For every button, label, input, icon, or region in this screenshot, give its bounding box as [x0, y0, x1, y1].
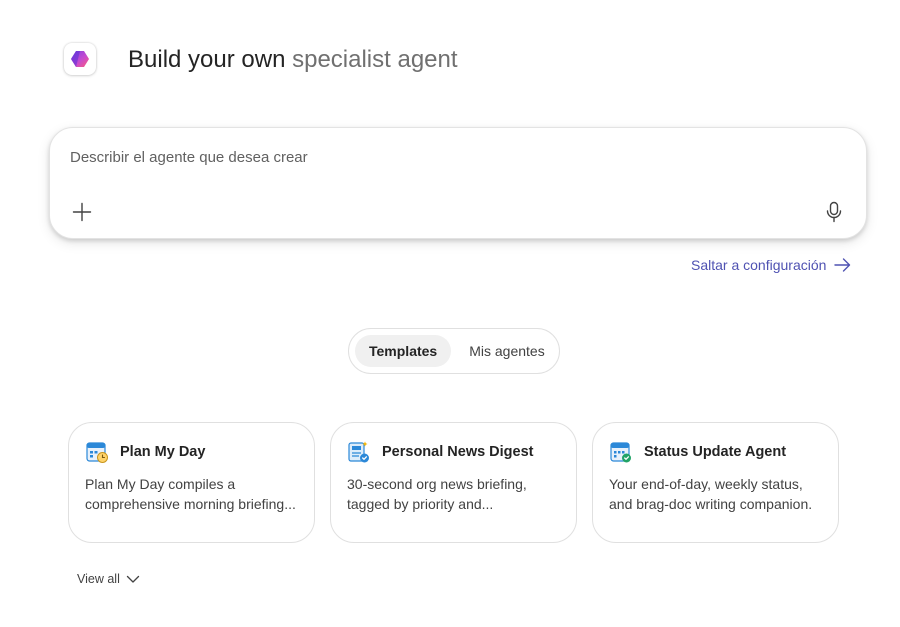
add-attachment-button[interactable] — [70, 200, 94, 224]
skip-to-configuration-link[interactable]: Saltar a configuración — [691, 255, 851, 275]
skip-link-label: Saltar a configuración — [691, 257, 827, 273]
view-all-button[interactable]: View all — [77, 572, 140, 586]
calendar-status-icon — [610, 442, 631, 463]
template-card-title: Status Update Agent — [644, 444, 787, 460]
calendar-clock-icon — [86, 442, 108, 463]
agent-description-input[interactable] — [70, 146, 810, 168]
template-card-title: Personal News Digest — [382, 444, 534, 460]
template-card-plan-my-day[interactable]: Plan My Day Plan My Day compiles a compr… — [68, 422, 315, 543]
template-card-title: Plan My Day — [120, 444, 206, 460]
view-all-label: View all — [77, 572, 120, 586]
template-card-personal-news-digest[interactable]: Personal News Digest 30-second org news … — [330, 422, 577, 543]
page-title-strong: Build your own — [128, 46, 286, 73]
arrow-right-icon — [834, 258, 851, 272]
agent-tabs: Templates Mis agentes — [348, 328, 560, 374]
chevron-down-icon — [126, 575, 140, 583]
tab-mis-agentes[interactable]: Mis agentes — [455, 335, 558, 367]
template-cards: Plan My Day Plan My Day compiles a compr… — [68, 422, 839, 543]
agent-description-composer — [49, 127, 867, 239]
template-card-status-update-agent[interactable]: Status Update Agent Your end-of-day, wee… — [592, 422, 839, 543]
copilot-logo-icon — [64, 43, 96, 75]
page-title: Build your own specialist agent — [128, 45, 458, 75]
tab-templates[interactable]: Templates — [355, 335, 452, 367]
template-card-description: Plan My Day compiles a comprehensive mor… — [85, 476, 296, 512]
template-card-description: Your end-of-day, weekly status, and brag… — [609, 476, 813, 512]
microphone-button[interactable] — [822, 200, 846, 224]
page-title-light: specialist agent — [292, 46, 458, 73]
microphone-icon — [826, 201, 842, 223]
news-document-icon — [348, 441, 369, 463]
template-card-description: 30-second org news briefing, tagged by p… — [347, 476, 527, 512]
plus-icon — [72, 202, 92, 222]
